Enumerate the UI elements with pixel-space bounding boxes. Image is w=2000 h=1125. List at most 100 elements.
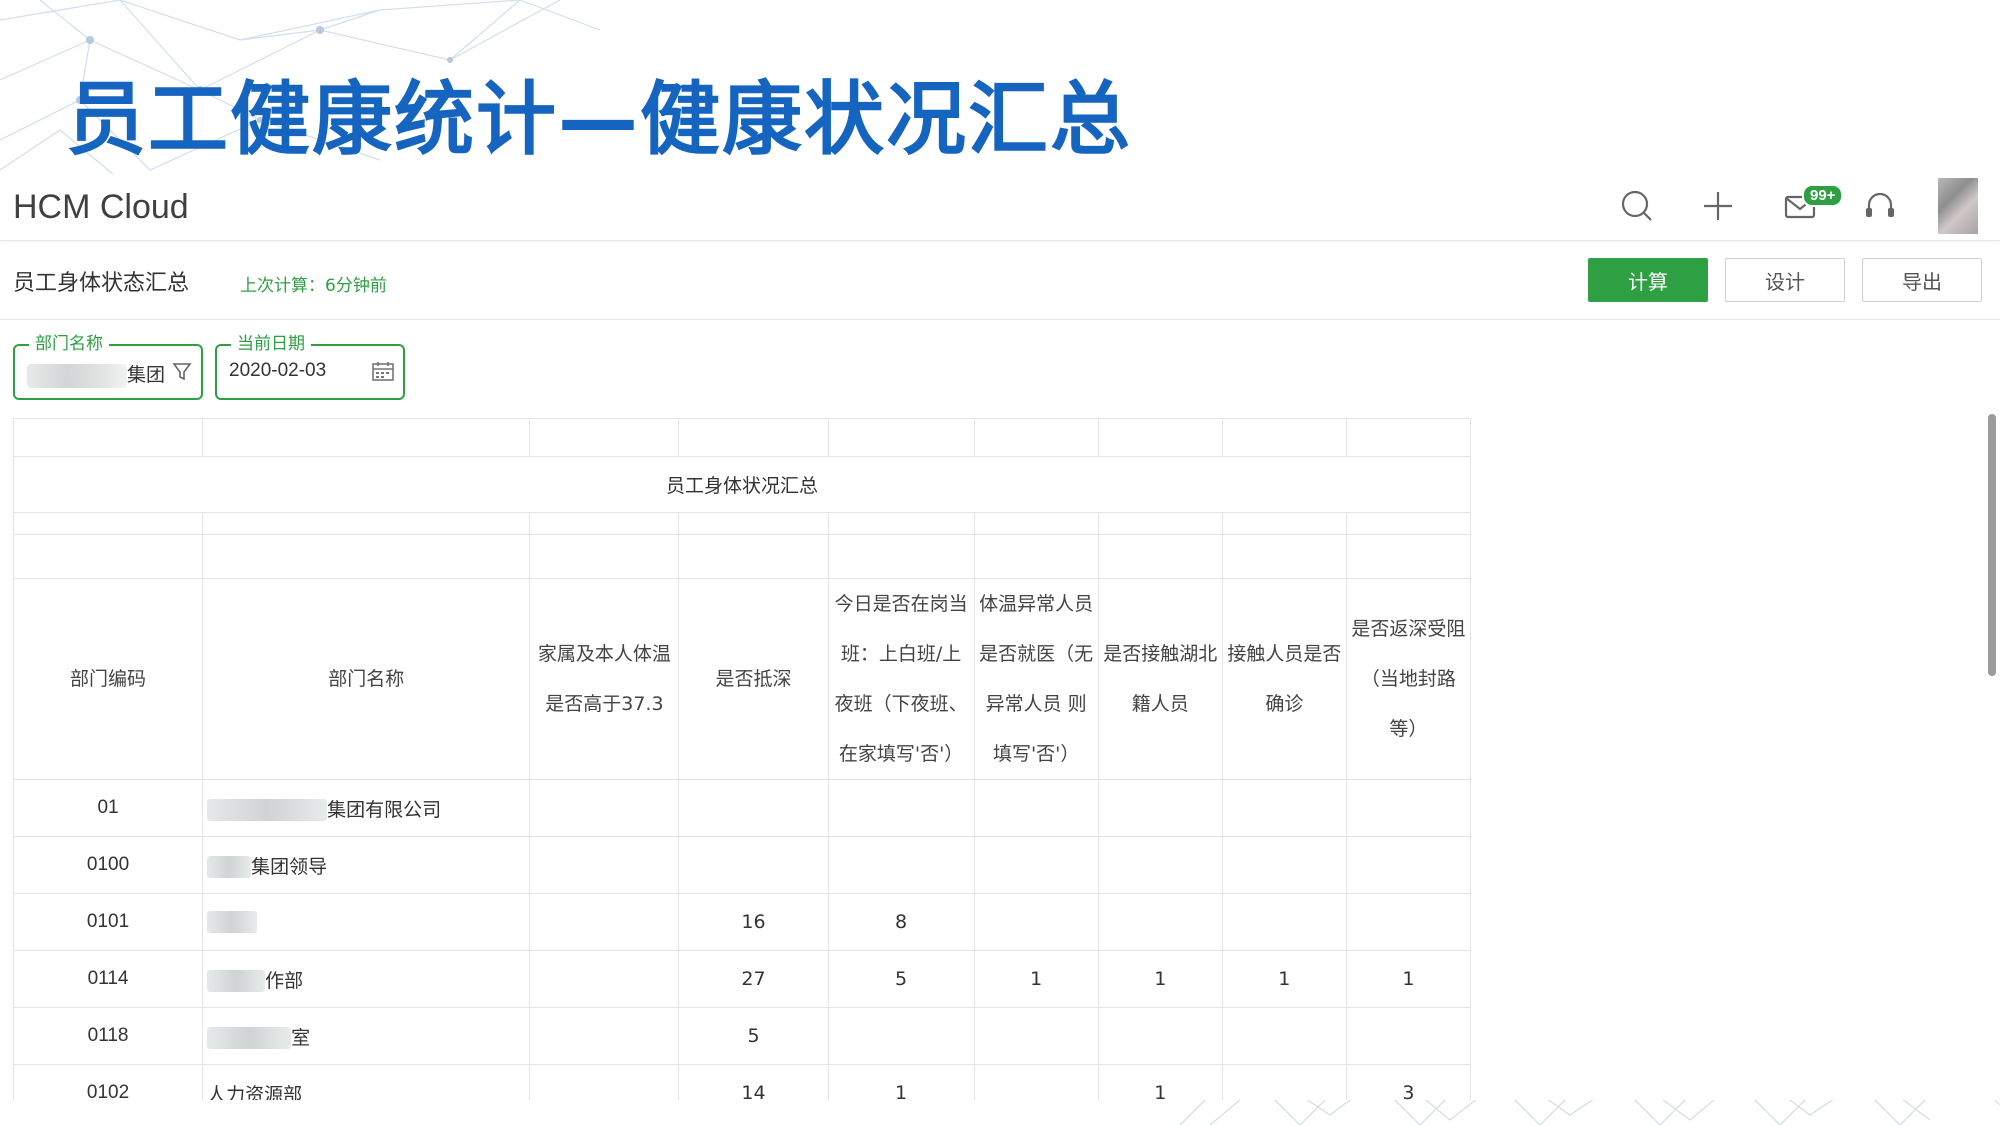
report-title-row: 员工身体状况汇总 [13, 456, 1471, 513]
value-cell [1221, 1064, 1347, 1100]
dept-code-cell: 0101 [12, 893, 204, 951]
value-cell [1221, 779, 1347, 837]
report-table: 员工身体状况汇总 部门编码 部门名称 家属及本人体温是否高于37.3 是否抵深 … [12, 418, 1472, 1100]
date-filter[interactable]: 当前日期 2020-02-03 [215, 334, 405, 400]
value-cell [1221, 836, 1347, 894]
value-cell [1097, 779, 1223, 837]
spacer-row [12, 534, 1472, 579]
blurred-text [207, 799, 328, 821]
value-cell [529, 893, 680, 951]
value-cell [827, 779, 975, 837]
brand-name: HCM Cloud [13, 188, 189, 226]
table-row[interactable]: 0118 室 5 [12, 1007, 1472, 1065]
value-cell [1097, 836, 1223, 894]
spacer-row [12, 418, 1472, 457]
value-cell [973, 893, 1099, 951]
column-header: 家属及本人体温是否高于37.3 [529, 578, 680, 780]
value-cell [1345, 893, 1472, 951]
table-row[interactable]: 0101 16 8 [12, 893, 1472, 951]
blurred-text [27, 363, 127, 388]
value-cell [678, 779, 829, 837]
column-header: 是否接触湖北籍人员 [1097, 578, 1223, 780]
department-filter-label: 部门名称 [29, 334, 109, 354]
value-cell [1221, 893, 1347, 951]
dept-code-cell: 0102 [12, 1064, 204, 1100]
value-cell: 3 [1345, 1064, 1472, 1100]
column-header: 接触人员是否确诊 [1221, 578, 1347, 780]
calculate-button[interactable]: 计算 [1588, 258, 1708, 302]
value-cell [827, 836, 975, 894]
top-navigation-bar: HCM Cloud 99+ [0, 174, 2000, 241]
filter-icon[interactable] [171, 360, 193, 386]
value-cell: 1 [1345, 950, 1472, 1008]
value-cell [973, 1007, 1099, 1065]
value-cell [1097, 893, 1223, 951]
search-icon[interactable] [1617, 186, 1657, 226]
value-cell [1097, 1007, 1223, 1065]
headset-icon[interactable] [1860, 186, 1900, 226]
export-button[interactable]: 导出 [1862, 258, 1982, 302]
add-icon[interactable] [1698, 186, 1738, 226]
page-title: 员工身体状态汇总 [13, 271, 190, 296]
vertical-scrollbar[interactable] [1988, 414, 1996, 676]
column-header-row: 部门编码 部门名称 家属及本人体温是否高于37.3 是否抵深 今日是否在岗当班：… [12, 578, 1472, 780]
column-header: 是否抵深 [678, 578, 829, 780]
report-title: 员工身体状况汇总 [13, 456, 1471, 513]
value-cell [827, 1007, 975, 1065]
column-header: 部门名称 [202, 578, 531, 780]
dept-name-cell[interactable] [202, 893, 531, 951]
value-cell [1221, 1007, 1347, 1065]
value-cell: 5 [678, 1007, 829, 1065]
app-window: HCM Cloud 99+ 员工身体状态汇总 上次计算：6分钟前 计算 设计 导… [0, 174, 2000, 1100]
value-cell: 5 [827, 950, 975, 1008]
dept-name-cell[interactable]: 人力资源部 [202, 1064, 531, 1100]
value-cell [973, 779, 1099, 837]
value-cell: 14 [678, 1064, 829, 1100]
column-header: 今日是否在岗当班：上白班/上夜班（下夜班、在家填写'否'） [827, 578, 975, 780]
dept-name-cell[interactable]: 室 [202, 1007, 531, 1065]
value-cell [1345, 1007, 1472, 1065]
value-cell: 1 [1097, 950, 1223, 1008]
dept-code-cell: 0118 [12, 1007, 204, 1065]
value-cell: 1 [973, 950, 1099, 1008]
value-cell [973, 836, 1099, 894]
value-cell [1345, 836, 1472, 894]
value-cell: 8 [827, 893, 975, 951]
user-avatar[interactable] [1938, 178, 1978, 234]
department-filter-value: 集团 [27, 360, 165, 388]
calendar-icon[interactable] [371, 360, 395, 386]
date-filter-value: 2020-02-03 [229, 360, 327, 381]
value-cell: 16 [678, 893, 829, 951]
value-cell: 1 [827, 1064, 975, 1100]
blurred-text [207, 970, 266, 992]
value-cell [973, 1064, 1099, 1100]
dept-code-cell: 0114 [12, 950, 204, 1008]
value-cell [529, 779, 680, 837]
design-button[interactable]: 设计 [1725, 258, 1845, 302]
value-cell [529, 1007, 680, 1065]
table-row[interactable]: 0102 人力资源部 14 1 1 3 [12, 1064, 1472, 1100]
table-row[interactable]: 0100 集团领导 [12, 836, 1472, 894]
value-cell: 1 [1221, 950, 1347, 1008]
mail-count-badge: 99+ [1802, 184, 1844, 207]
column-header: 是否返深受阻（当地封路等） [1345, 578, 1472, 780]
slide-title: 员工健康统计—健康状况汇总 [66, 73, 1132, 166]
table-row[interactable]: 01 集团有限公司 [12, 779, 1472, 837]
page-header: 员工身体状态汇总 上次计算：6分钟前 计算 设计 导出 [0, 241, 2000, 320]
dept-code-cell: 0100 [12, 836, 204, 894]
value-cell: 1 [1097, 1064, 1223, 1100]
table-row[interactable]: 0114 作部 27 5 1 1 1 1 [12, 950, 1472, 1008]
column-header: 部门编码 [12, 578, 204, 780]
column-header: 体温异常人员是否就医（无异常人员 则填写'否'） [973, 578, 1099, 780]
dept-name-cell[interactable]: 集团有限公司 [202, 779, 531, 837]
date-filter-label: 当前日期 [231, 334, 311, 354]
dept-name-cell[interactable]: 作部 [202, 950, 531, 1008]
blurred-text [207, 911, 258, 934]
last-calculation-time: 上次计算：6分钟前 [240, 276, 387, 296]
blurred-text [207, 1027, 292, 1049]
dept-name-cell[interactable]: 集团领导 [202, 836, 531, 894]
value-cell [529, 836, 680, 894]
department-filter[interactable]: 部门名称 集团 [13, 334, 203, 400]
dept-code-cell: 01 [12, 779, 204, 837]
blurred-text [207, 856, 252, 878]
